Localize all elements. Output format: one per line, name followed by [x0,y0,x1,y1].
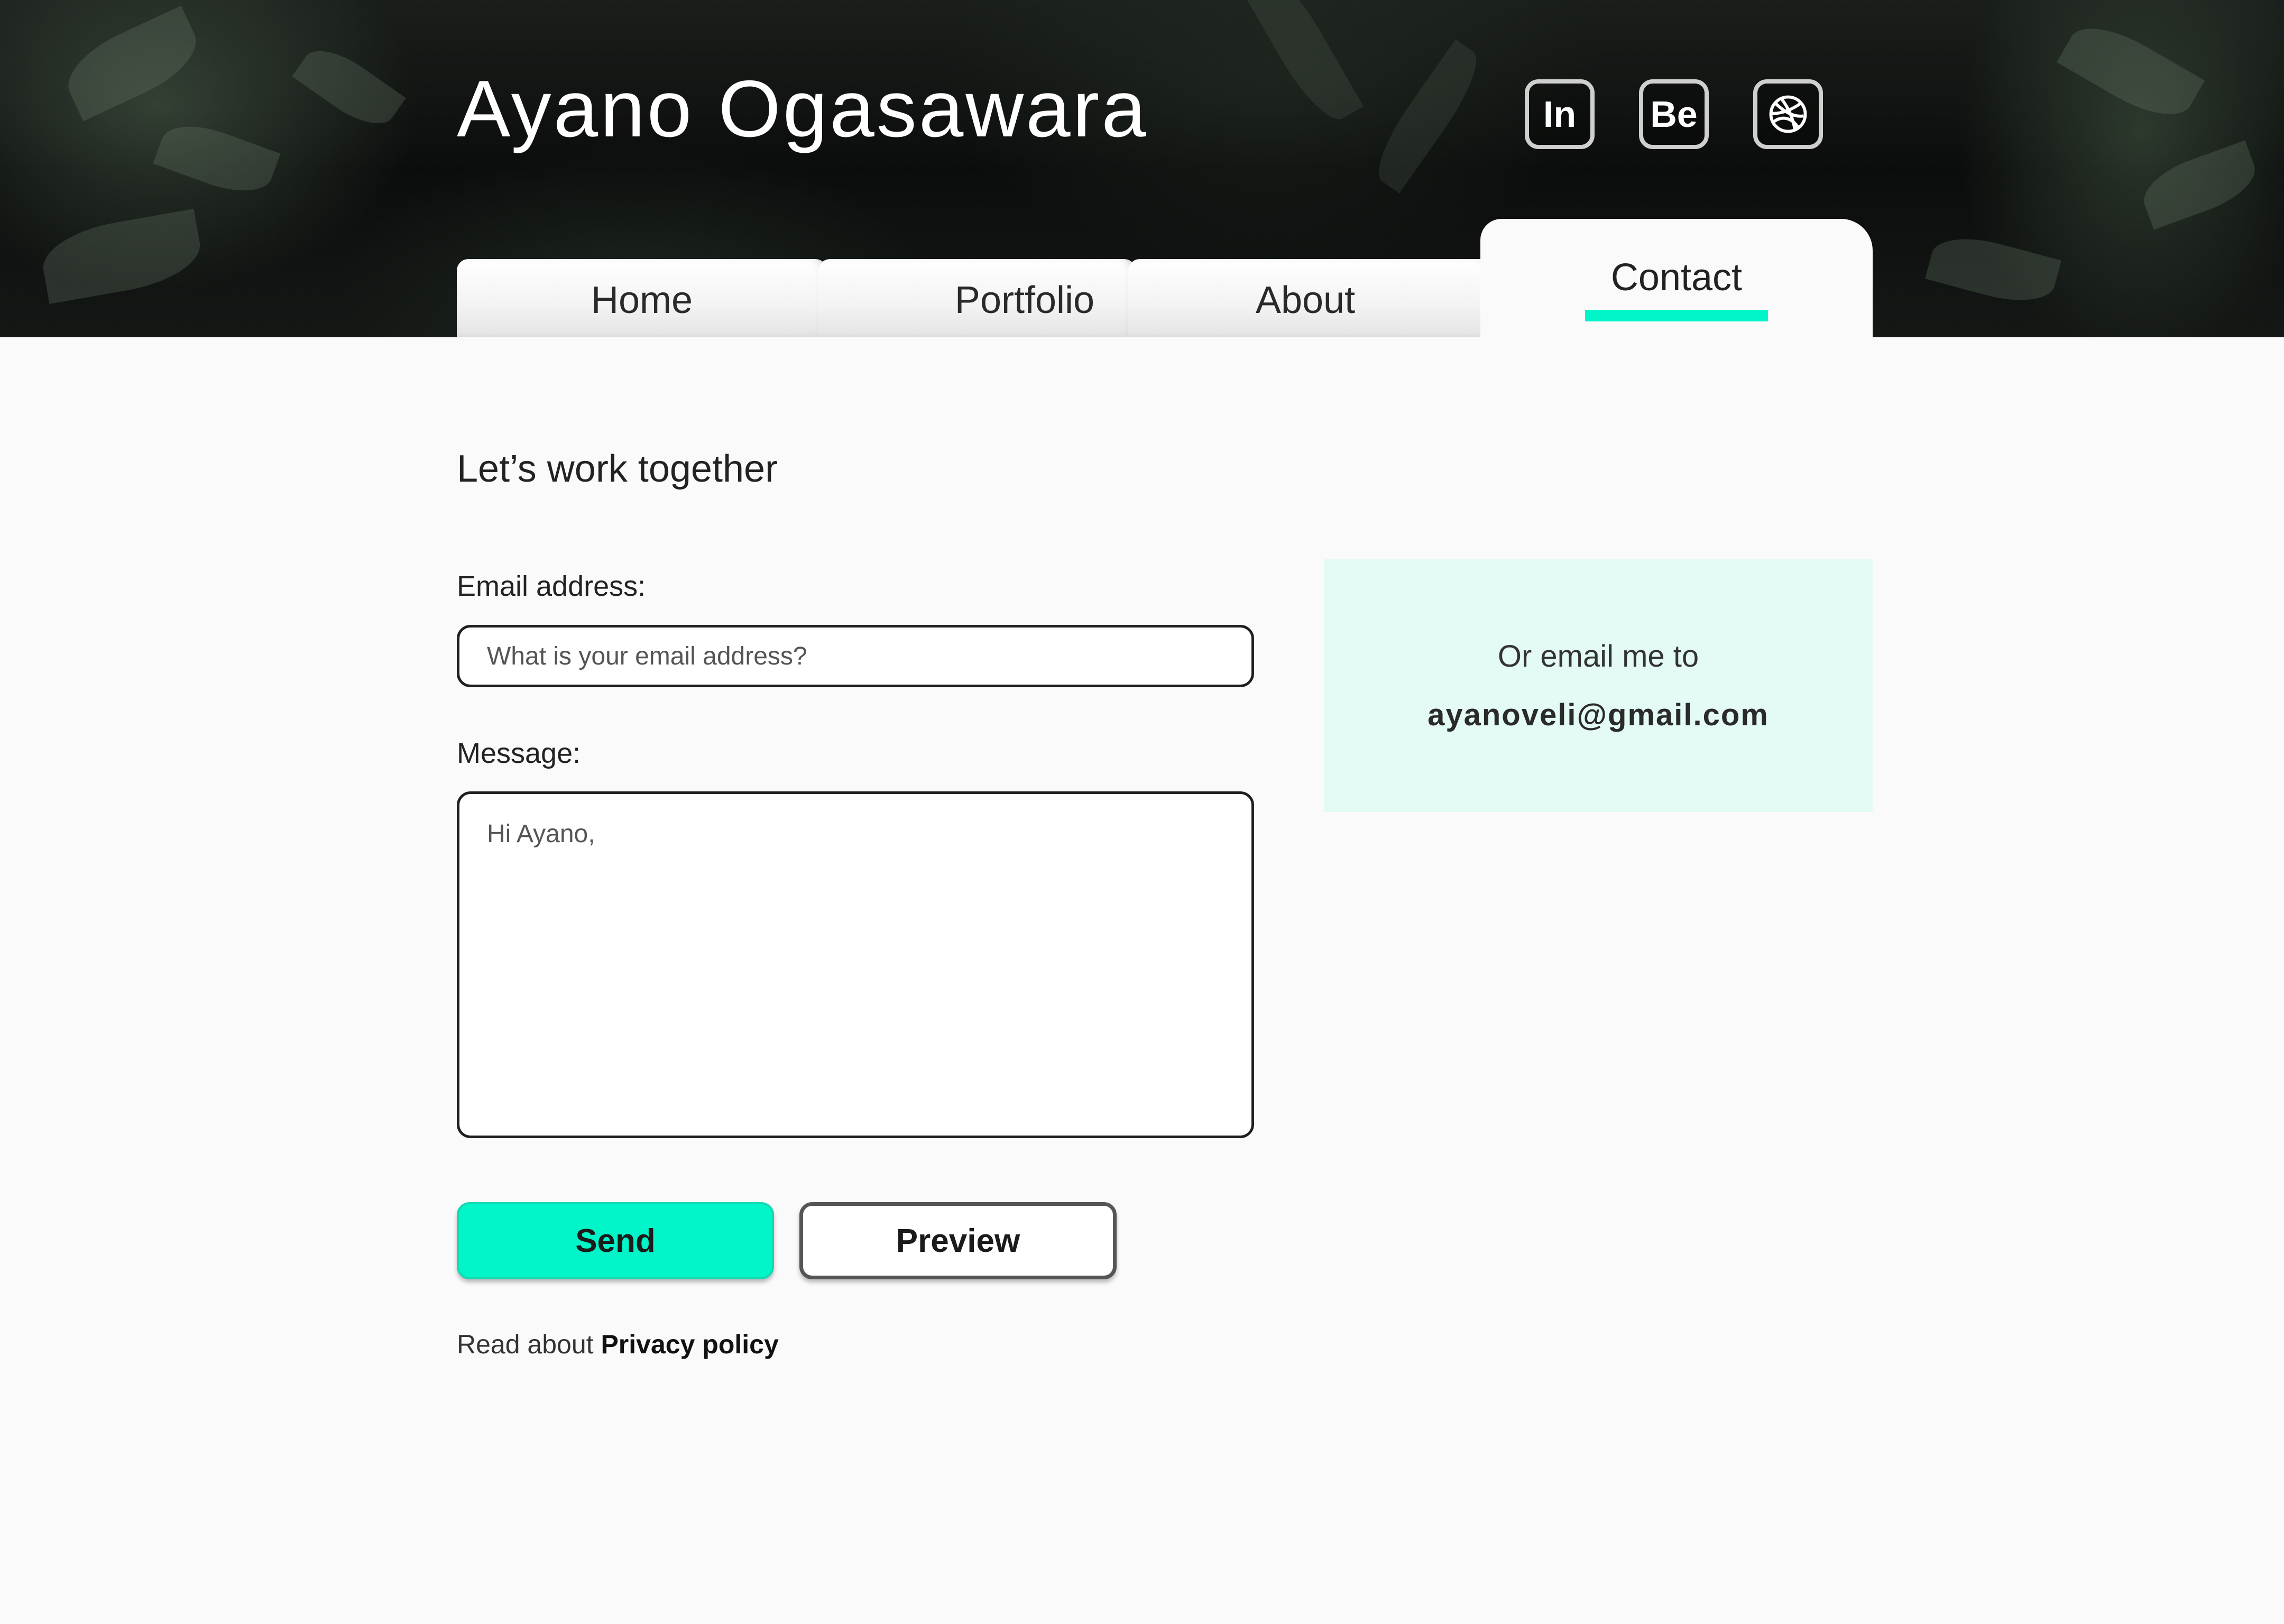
linkedin-link[interactable]: In [1525,79,1595,149]
tab-about[interactable]: About [1128,259,1493,337]
email-label: Email address: [457,570,646,602]
page-title: Ayano Ogasawara [457,64,1148,154]
dribbble-link[interactable] [1753,79,1823,149]
foliage-decoration [2056,12,2205,131]
message-label: Message: [457,737,581,769]
email-field[interactable] [457,625,1254,687]
tab-label: Portfolio [954,279,1095,321]
tab-label: Home [591,279,693,321]
foliage-decoration [292,37,406,137]
tab-portfolio[interactable]: Portfolio [818,259,1136,337]
foliage-decoration [1238,0,1364,131]
privacy-prefix: Read about [457,1330,594,1359]
privacy-notice: Read about Privacy policy [457,1329,779,1360]
header-banner: Ayano Ogasawara In Be Home Portfolio Abo… [0,0,2284,337]
foliage-decoration [2135,140,2263,230]
active-tab-indicator [1585,310,1768,321]
tab-contact[interactable]: Contact [1480,219,1873,337]
email-address-link[interactable]: ayanoveli@gmail.com [1428,697,1769,733]
privacy-policy-link[interactable]: Privacy policy [601,1330,778,1359]
tab-label: About [1255,279,1356,321]
behance-link[interactable]: Be [1639,79,1709,149]
foliage-decoration [1925,227,2061,312]
email-card: Or email me to ayanoveli@gmail.com [1324,559,1873,812]
foliage-decoration [37,208,206,304]
contact-heading: Let’s work together [457,448,778,490]
tab-home[interactable]: Home [457,259,827,337]
foliage-decoration [56,5,208,122]
foliage-decoration [1365,39,1490,193]
message-field[interactable]: Hi Ayano, [457,791,1254,1138]
linkedin-icon: In [1543,94,1577,135]
email-card-intro: Or email me to [1497,639,1699,673]
foliage-decoration [153,114,281,204]
behance-icon: Be [1650,94,1698,135]
send-button[interactable]: Send [457,1202,774,1279]
preview-button[interactable]: Preview [799,1202,1117,1279]
tab-label: Contact [1610,256,1743,299]
dribbble-icon [1769,95,1807,133]
